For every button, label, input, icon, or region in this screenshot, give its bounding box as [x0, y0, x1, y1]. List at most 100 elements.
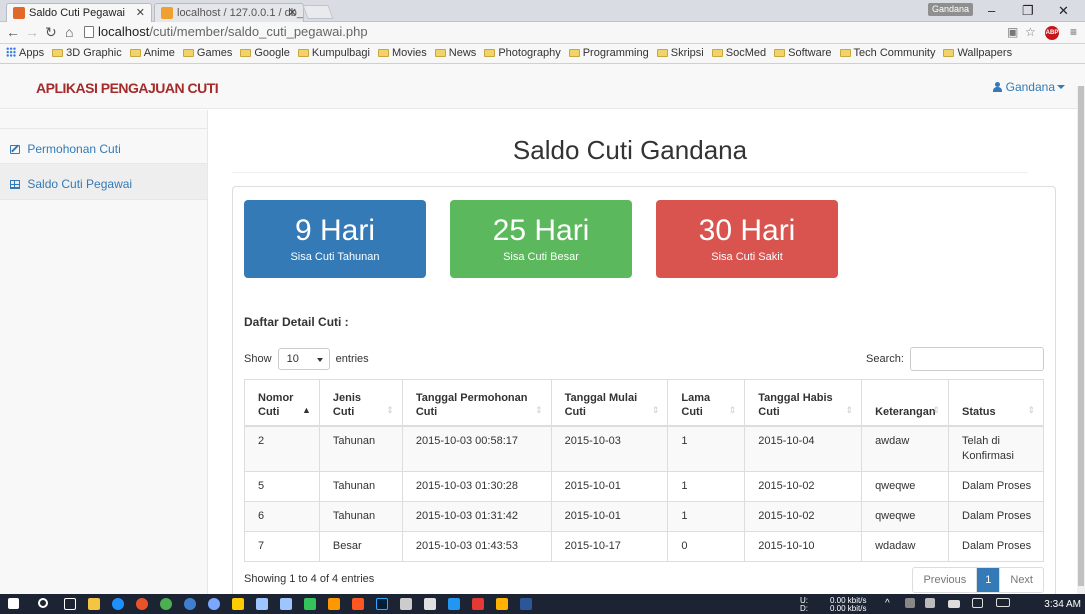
sidebar-item-label: Permohonan Cuti [27, 142, 121, 156]
chevron-up-icon[interactable]: ^ [885, 599, 890, 609]
bookmark-label: Tech Community [853, 47, 936, 59]
forward-arrow-icon[interactable]: → [25, 24, 39, 40]
tab-title: Saldo Cuti Pegawai [29, 7, 126, 19]
column-header[interactable]: Tanggal Permohonan Cuti ⇕ [401, 379, 552, 427]
page-icon [84, 26, 94, 38]
reload-icon[interactable]: ↻ [45, 24, 57, 41]
photoshop-icon[interactable] [376, 598, 388, 610]
search-icon[interactable] [38, 598, 48, 608]
app-icon[interactable] [328, 598, 340, 610]
profile-button[interactable]: Gandana [928, 3, 974, 16]
sort-icon: ⇕ [386, 404, 394, 415]
page-title: Saldo Cuti Gandana [512, 135, 748, 165]
chrome-menu-icon[interactable]: ≡ [1070, 25, 1077, 39]
app-icon[interactable] [208, 598, 220, 610]
app-icon[interactable] [424, 598, 436, 610]
app-icon[interactable] [400, 598, 412, 610]
bookmark-folder[interactable]: Movies [377, 47, 427, 59]
bookmark-folder[interactable]: Google [240, 47, 290, 59]
table-cell: Dalam Proses [948, 530, 1044, 562]
app-brand[interactable]: APLIKASI PENGAJUAN CUTI [36, 80, 219, 96]
volume-icon[interactable] [925, 598, 935, 608]
url-input[interactable]: localhost/cuti/member/saldo_cuti_pegawai… [82, 24, 1042, 41]
app-icon[interactable] [304, 598, 316, 610]
network-icon[interactable] [905, 598, 915, 608]
entries-select[interactable]: 10 [277, 348, 330, 370]
scrollbar-thumb[interactable] [1078, 86, 1084, 586]
task-view-icon[interactable] [64, 598, 76, 610]
column-header[interactable]: Nomor Cuti ▲ [244, 379, 320, 427]
column-header-label: Cuti [332, 405, 355, 418]
bookmark-label: Photography [498, 47, 561, 59]
app-icon[interactable] [448, 598, 460, 610]
user-menu[interactable]: Gandana [992, 80, 1065, 94]
bookmark-folder[interactable]: 3D Graphic [52, 47, 122, 59]
column-header[interactable]: Jenis Cuti ⇕ [318, 379, 403, 427]
table-row: 6 Tahunan 2015-10-03 01:31:42 2015-10-01 1 20… [244, 500, 1044, 532]
folder-icon [377, 49, 389, 57]
app-icon[interactable] [472, 598, 484, 610]
user-name: Gandana [1005, 80, 1055, 94]
bookmark-folder[interactable]: SocMed [711, 47, 766, 59]
bookmark-apps[interactable]: Apps [6, 47, 44, 59]
firefox-icon[interactable] [136, 598, 148, 610]
folder-icon [434, 49, 446, 57]
close-tab-icon[interactable]: ✕ [288, 6, 297, 19]
edge-icon[interactable] [112, 598, 124, 610]
new-tab-button[interactable] [302, 5, 334, 19]
keyboard-icon[interactable] [996, 598, 1010, 607]
net-down-label: D: [800, 604, 808, 613]
bookmark-folder[interactable]: Kumpulbagi [297, 47, 370, 59]
column-header[interactable]: Keterangan ⇕ [861, 379, 950, 427]
back-arrow-icon[interactable]: ← [6, 24, 20, 40]
next-page-button[interactable]: Next [1000, 568, 1043, 592]
bookmark-folder[interactable]: Tech Community [839, 47, 936, 59]
word-icon[interactable] [520, 598, 532, 610]
bookmark-folder[interactable]: News [434, 47, 477, 59]
bookmark-folder[interactable]: Games [182, 47, 232, 59]
bookmark-folder[interactable]: Software [774, 47, 832, 59]
bookmark-folder[interactable]: Skripsi [656, 47, 704, 59]
column-header[interactable]: Lama Cuti ⇕ [667, 379, 746, 427]
sort-icon: ⇕ [845, 404, 854, 415]
table-cell: Tahunan [318, 500, 403, 532]
sidebar-item-saldo-cuti-pegawai[interactable]: Saldo Cuti Pegawai [0, 164, 207, 200]
sidebar-item-permohonan-cuti[interactable]: Permohonan Cuti [0, 128, 207, 164]
bookmark-label: News [448, 47, 477, 59]
table-cell: 2015-10-04 [744, 425, 863, 472]
home-icon[interactable]: ⌂ [65, 24, 73, 40]
app-icon[interactable] [280, 598, 292, 610]
bookmark-folder[interactable]: Photography [484, 47, 561, 59]
detail-cuti-table: Nomor Cuti ▲ Jenis Cuti ⇕ Tanggal Permohonan Cu… [244, 379, 1044, 562]
bookmark-star-icon[interactable]: ☆ [1025, 25, 1036, 39]
bookmark-folder[interactable]: Wallpapers [943, 47, 1012, 59]
app-icon[interactable] [256, 598, 268, 610]
restore-icon[interactable]: ❐ [1022, 3, 1034, 19]
close-tab-icon[interactable]: ✕ [136, 6, 145, 19]
app-icon[interactable] [496, 598, 508, 610]
close-window-icon[interactable]: ✕ [1058, 3, 1069, 19]
column-header-label: Status [962, 405, 996, 418]
app-icon[interactable] [352, 598, 364, 610]
minimize-icon[interactable]: – [988, 3, 995, 18]
column-header[interactable]: Status ⇕ [948, 379, 1044, 427]
app-icon[interactable] [232, 598, 244, 610]
notification-icon[interactable] [972, 598, 983, 608]
search-input[interactable] [910, 347, 1044, 371]
column-header[interactable]: Tanggal Mulai Cuti ⇕ [550, 379, 669, 427]
bookmark-folder[interactable]: Anime [129, 47, 175, 59]
page-scrollbar[interactable] [1077, 86, 1085, 594]
tab-phpmyadmin[interactable]: localhost / 127.0.0.1 / db_ ✕ [154, 3, 304, 22]
column-header[interactable]: Tanggal Habis Cuti ⇕ [744, 379, 863, 427]
adblock-icon[interactable]: ABP [1045, 26, 1059, 40]
tab-saldo-cuti[interactable]: Saldo Cuti Pegawai ✕ [6, 3, 152, 22]
file-explorer-icon[interactable] [88, 598, 100, 610]
previous-page-button[interactable]: Previous [913, 568, 978, 592]
page-1-button[interactable]: 1 [977, 568, 1001, 592]
translate-icon[interactable]: ▣ [1007, 25, 1018, 39]
battery-icon[interactable] [948, 600, 960, 608]
bookmark-folder[interactable]: Programming [568, 47, 649, 59]
chrome-icon[interactable] [160, 598, 172, 610]
windows-start-icon[interactable] [8, 598, 19, 609]
app-icon[interactable] [184, 598, 196, 610]
